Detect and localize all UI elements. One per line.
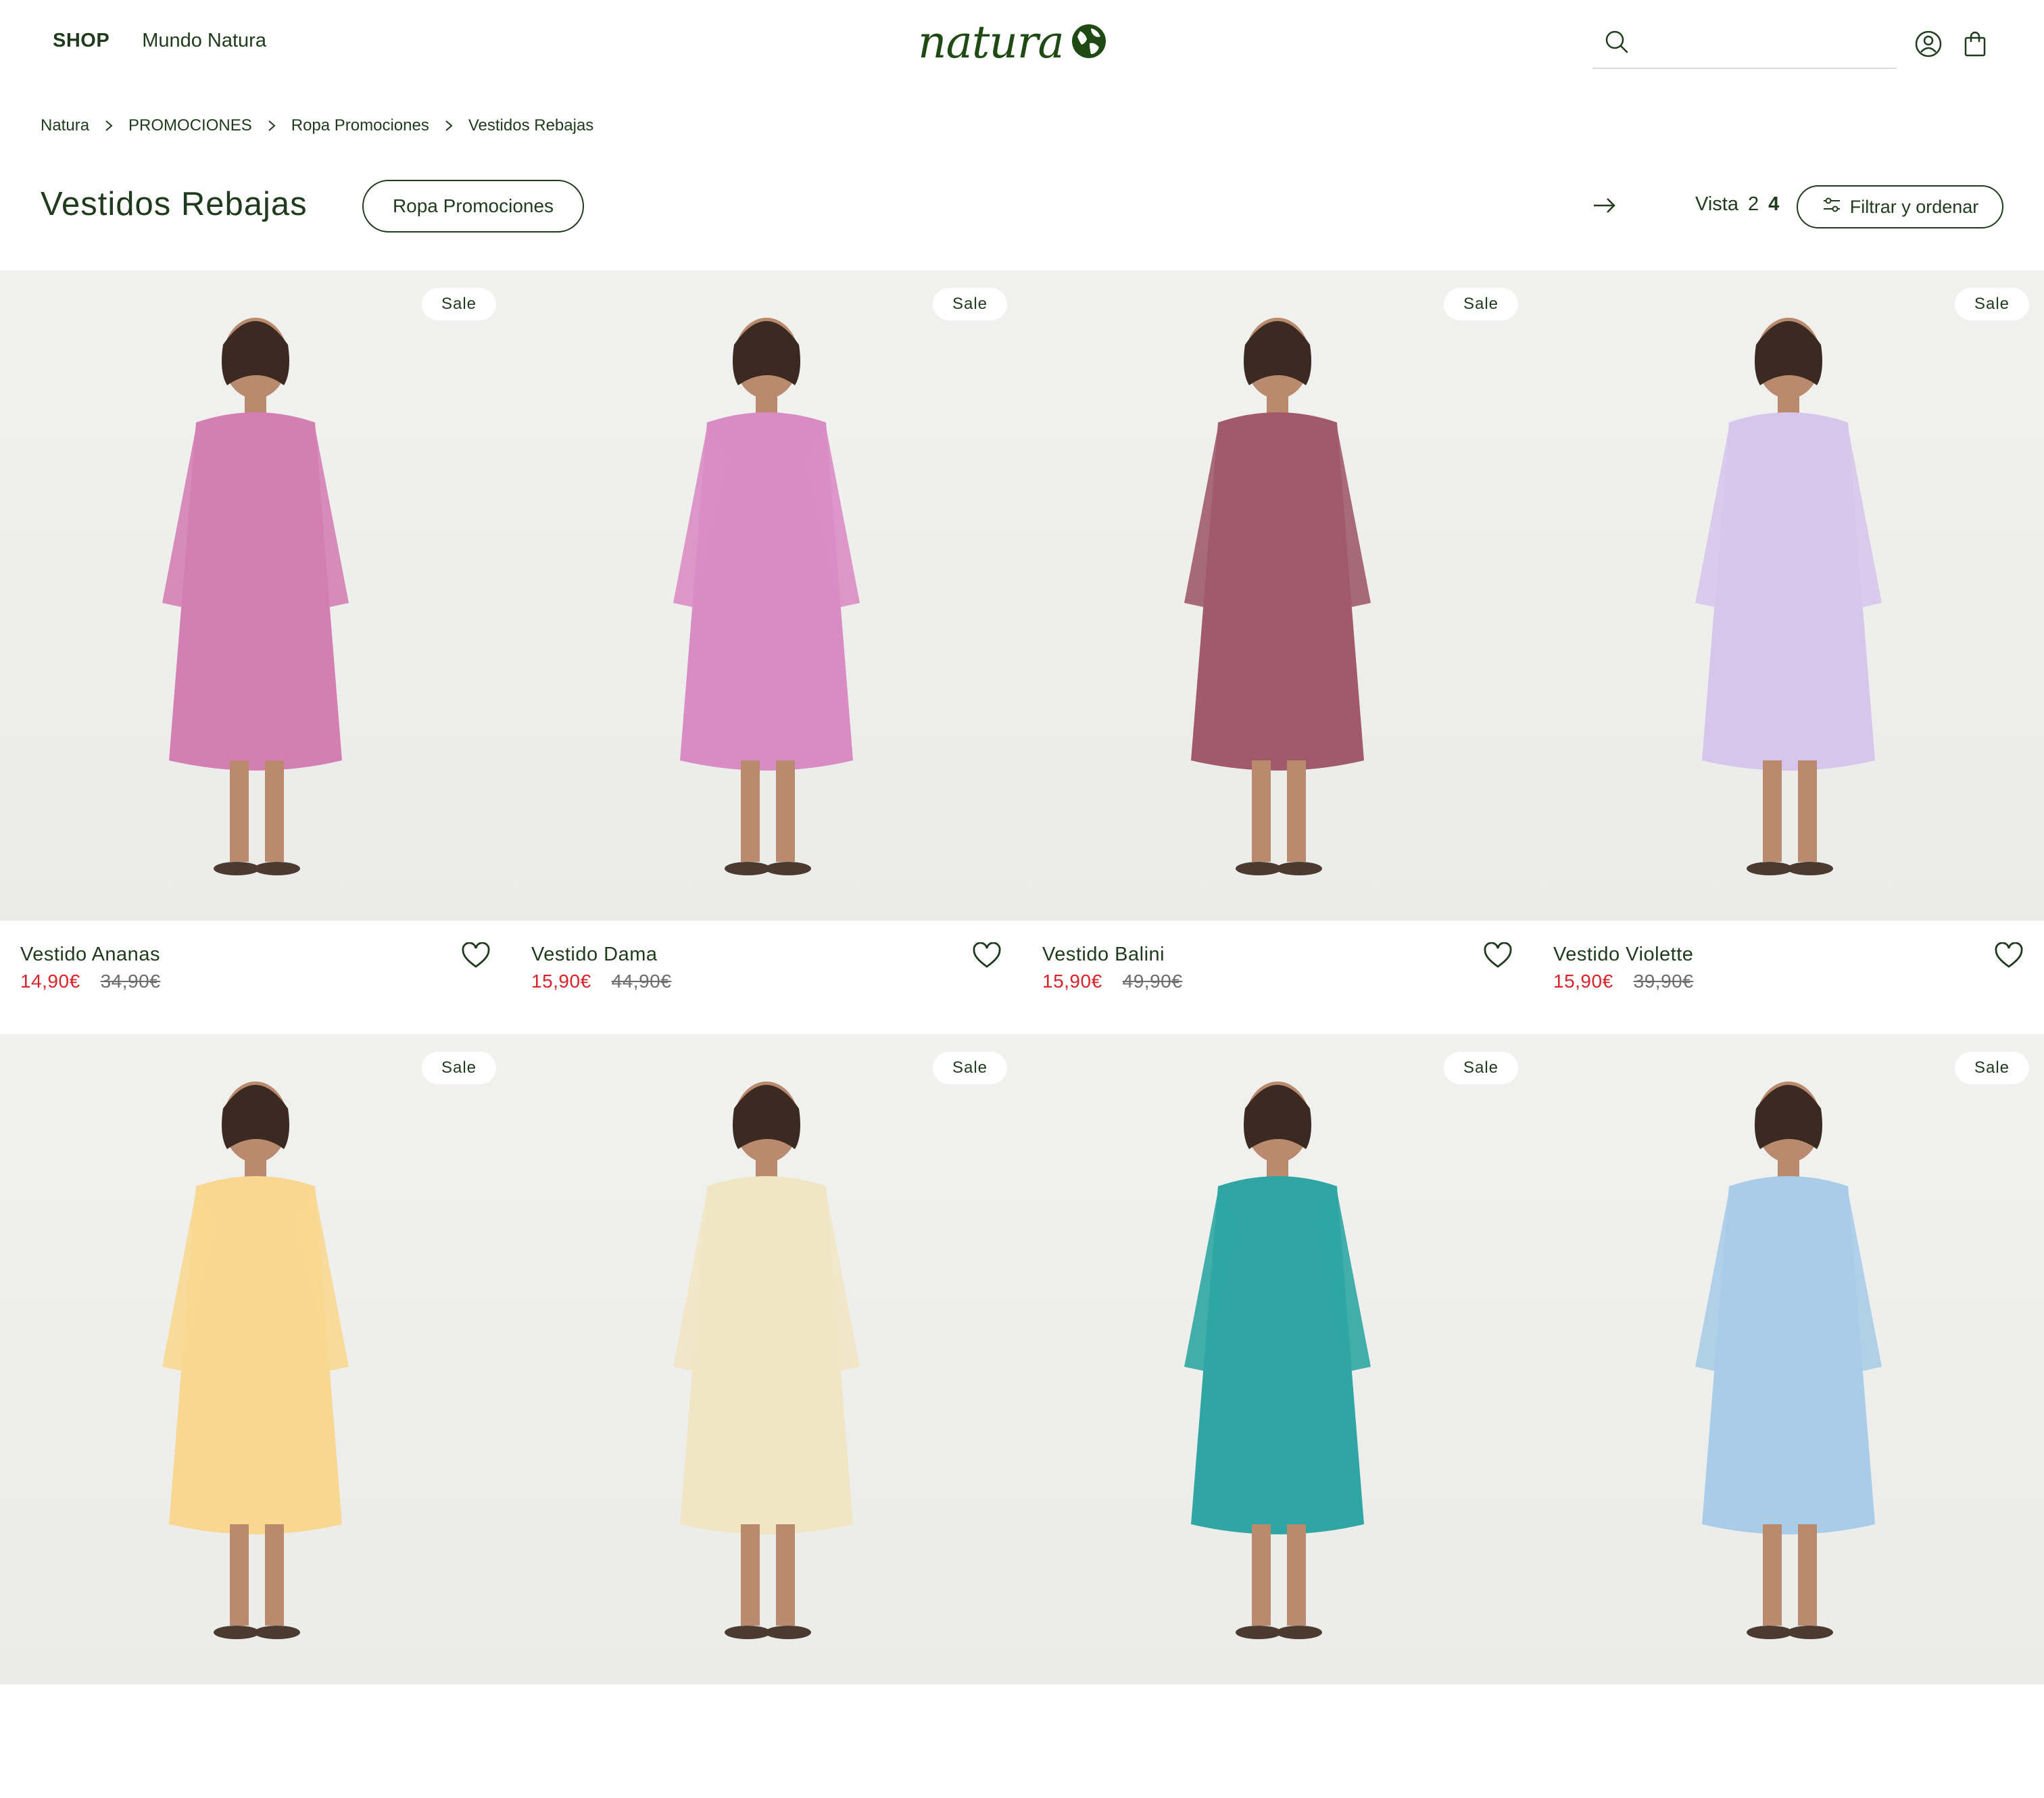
sliders-icon	[1822, 195, 1842, 220]
product-name[interactable]: Vestido Balini	[1042, 944, 1165, 966]
sale-badge: Sale	[422, 288, 496, 320]
product-info	[1022, 1684, 1533, 1798]
product-info: Vestido Ananas 14,90€ 34,90€	[0, 921, 511, 1034]
breadcrumb: Natura PROMOCIONES Ropa Promociones Vest…	[41, 116, 593, 135]
sale-price: 14,90€	[20, 971, 80, 992]
main-nav: SHOP Mundo Natura	[53, 30, 266, 52]
product-prices: 15,90€ 39,90€	[1553, 971, 1693, 992]
sale-badge: Sale	[1444, 1052, 1518, 1084]
nav-shop[interactable]: SHOP	[53, 30, 110, 52]
breadcrumb-natura[interactable]: Natura	[41, 116, 89, 135]
chevron-right-icon	[444, 119, 454, 132]
product-name[interactable]: Vestido Ananas	[20, 944, 160, 966]
shopping-bag-icon[interactable]	[1962, 30, 1989, 62]
view-selector: Vista 2 4	[1695, 193, 1779, 216]
search-input[interactable]	[1640, 30, 1890, 59]
sale-badge: Sale	[933, 288, 1007, 320]
product-image[interactable]: Sale	[511, 1034, 1022, 1684]
product-prices: 15,90€ 49,90€	[1042, 971, 1182, 992]
product-info	[511, 1684, 1022, 1798]
page-title: Vestidos Rebajas	[41, 186, 308, 222]
product-info: Vestido Balini 15,90€ 49,90€	[1022, 921, 1533, 1034]
arrow-right-icon[interactable]	[1592, 196, 1617, 218]
product-info: Vestido Violette 15,90€ 39,90€	[1533, 921, 2044, 1034]
view-label: Vista	[1695, 193, 1738, 215]
product-info: Vestido Dama 15,90€ 44,90€	[511, 921, 1022, 1034]
sale-badge: Sale	[1955, 1052, 2029, 1084]
product-info	[1533, 1684, 2044, 1798]
sale-price: 15,90€	[1553, 971, 1613, 992]
sale-badge: Sale	[1444, 288, 1518, 320]
filter-label: Filtrar y ordenar	[1849, 196, 1979, 217]
filter-sort-button[interactable]: Filtrar y ordenar	[1797, 185, 2003, 228]
natura-logo[interactable]: natura	[918, 19, 1107, 66]
site-header: SHOP Mundo Natura natura	[0, 0, 2044, 88]
product-info	[0, 1684, 511, 1798]
sale-badge: Sale	[933, 1052, 1007, 1084]
product-image[interactable]: Sale	[1533, 270, 2044, 921]
sale-price: 15,90€	[1042, 971, 1102, 992]
sale-badge: Sale	[1955, 288, 2029, 320]
product-image[interactable]: Sale	[0, 1034, 511, 1684]
chevron-right-icon	[267, 119, 276, 132]
product-image[interactable]: Sale	[0, 270, 511, 921]
heart-icon[interactable]	[1483, 942, 1513, 973]
breadcrumb-promociones[interactable]: PROMOCIONES	[128, 116, 252, 135]
original-price: 39,90€	[1633, 971, 1694, 992]
logo-text: natura	[918, 16, 1065, 68]
category-pill-ropa-promociones[interactable]: Ropa Promociones	[362, 180, 584, 233]
product-prices: 14,90€ 34,90€	[20, 971, 160, 992]
product-name[interactable]: Vestido Violette	[1553, 944, 1693, 966]
sale-badge: Sale	[422, 1052, 496, 1084]
breadcrumb-current: Vestidos Rebajas	[468, 116, 594, 135]
view-option-4[interactable]: 4	[1768, 193, 1779, 216]
search-box[interactable]	[1592, 23, 1897, 69]
nav-mundo-natura[interactable]: Mundo Natura	[142, 30, 266, 52]
chevron-right-icon	[104, 119, 114, 132]
globe-icon	[1071, 23, 1107, 63]
original-price: 34,90€	[100, 971, 161, 992]
product-image[interactable]: Sale	[511, 270, 1022, 921]
product-image[interactable]: Sale	[1022, 270, 1533, 921]
breadcrumb-ropa-promociones[interactable]: Ropa Promociones	[291, 116, 429, 135]
search-icon[interactable]	[1603, 28, 1630, 59]
heart-icon[interactable]	[461, 942, 491, 973]
product-prices: 15,90€ 44,90€	[531, 971, 671, 992]
original-price: 49,90€	[1122, 971, 1183, 992]
account-icon[interactable]	[1914, 30, 1943, 62]
original-price: 44,90€	[611, 971, 672, 992]
heart-icon[interactable]	[1994, 942, 2024, 973]
sale-price: 15,90€	[531, 971, 591, 992]
view-option-2[interactable]: 2	[1748, 193, 1759, 216]
heart-icon[interactable]	[972, 942, 1002, 973]
product-image[interactable]: Sale	[1533, 1034, 2044, 1684]
product-image[interactable]: Sale	[1022, 1034, 1533, 1684]
product-name[interactable]: Vestido Dama	[531, 944, 658, 966]
